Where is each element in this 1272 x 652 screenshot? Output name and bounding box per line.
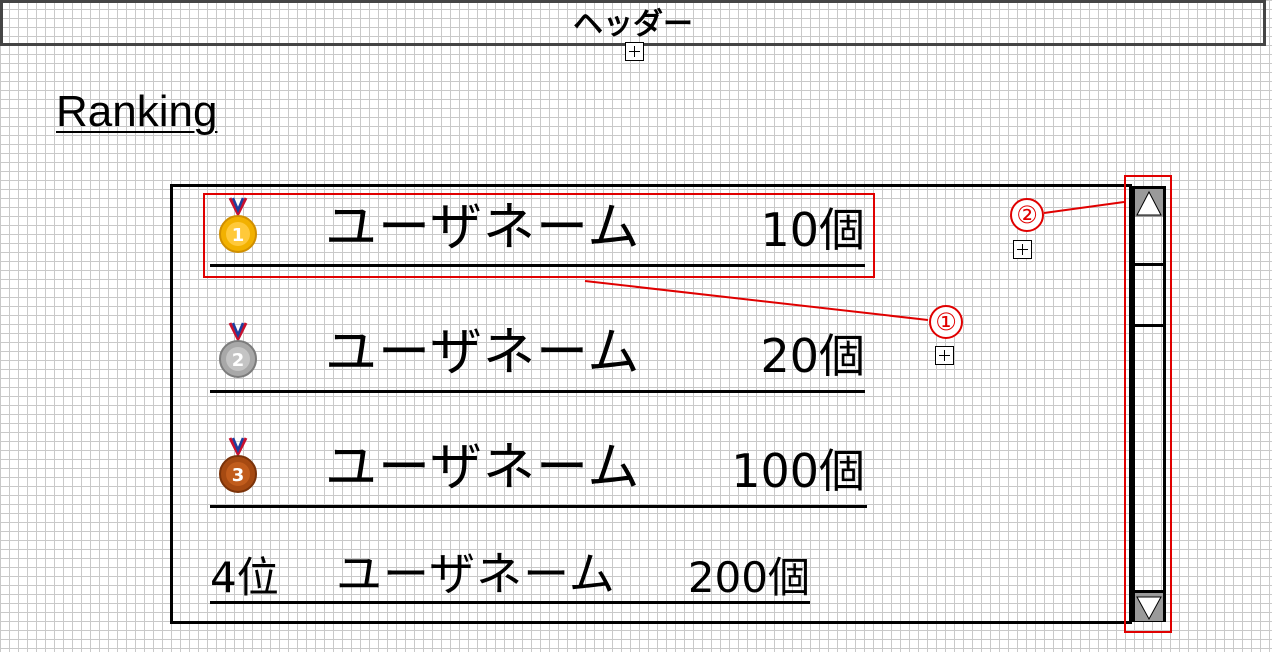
- callout-1-anchor-icon: [935, 346, 954, 365]
- page-title: Ranking: [56, 87, 218, 136]
- svg-text:2: 2: [232, 350, 245, 371]
- callout-highlight-row-1: [203, 193, 875, 278]
- header-title: ヘッダー: [573, 7, 693, 42]
- callout-number-2: ②: [1010, 198, 1044, 232]
- rank-label: 4位: [210, 553, 279, 602]
- callout-number-1: ①: [929, 305, 963, 339]
- row-underline: [210, 601, 810, 604]
- user-name: ユーザネーム: [336, 547, 616, 601]
- user-name: ユーザネーム: [325, 323, 641, 383]
- user-name: ユーザネーム: [325, 438, 641, 498]
- callout-2-anchor-icon: [1013, 240, 1032, 259]
- bronze-medal-icon: 3: [219, 437, 257, 493]
- svg-text:3: 3: [232, 465, 245, 486]
- row-underline: [210, 390, 865, 393]
- row-underline: [210, 505, 867, 508]
- item-count: 100個: [731, 444, 865, 498]
- header-bar: ヘッダー: [0, 0, 1266, 46]
- silver-medal-icon: 2: [219, 322, 257, 378]
- header-anchor-icon: [625, 42, 644, 61]
- callout-highlight-scrollbar: [1124, 175, 1172, 633]
- item-count: 200個: [687, 553, 810, 602]
- item-count: 20個: [760, 329, 865, 383]
